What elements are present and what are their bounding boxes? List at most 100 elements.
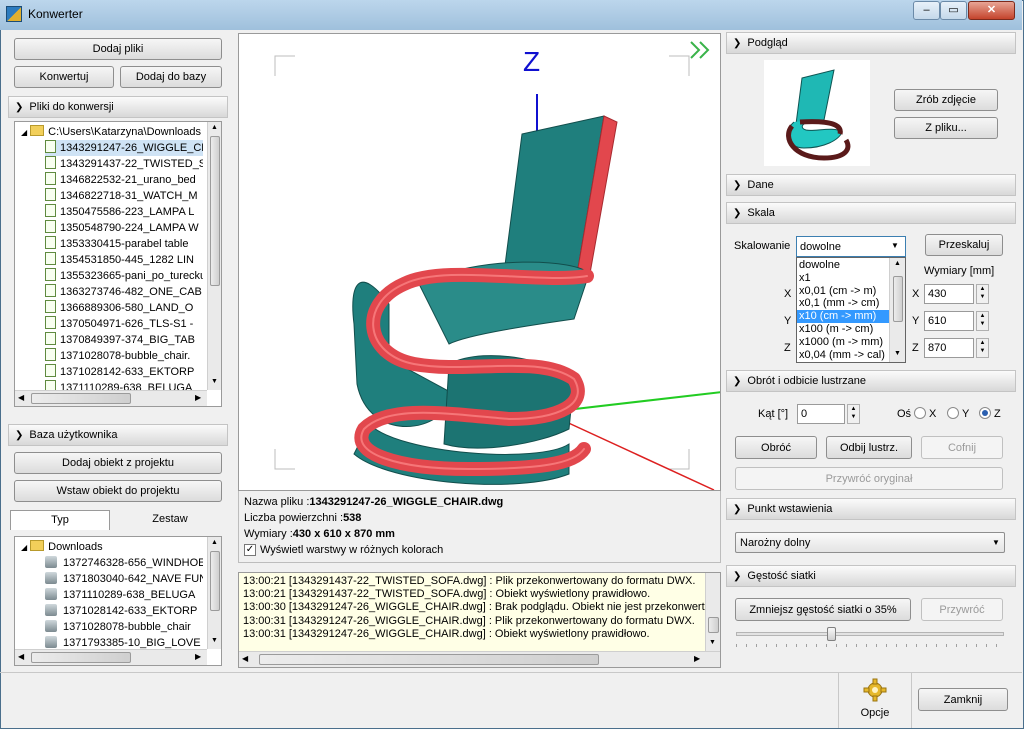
file-tree-item[interactable]: 1371028142-633_EKTORP [45,364,203,380]
db-root-node[interactable]: ◢ Downloads [21,539,206,555]
scaling-option[interactable]: x100 (m -> cm) [797,323,889,336]
file-tree-item[interactable]: 1366889306-580_LAND_O [45,300,203,316]
tree-root-node[interactable]: ◢ C:\Users\Katarzyna\Downloads [21,124,206,140]
file-tree-item[interactable]: 1343291247-26_WIGGLE_CHAIR.dwg [45,140,203,156]
db-tree-item[interactable]: 1371028142-633_EKTORP [45,603,203,619]
scroll-down-arrow-icon[interactable]: ▼ [709,639,716,646]
undo-button[interactable]: Cofnij [921,436,1003,459]
mirror-button[interactable]: Odbij lustrz. [826,436,912,459]
dim-z-stepper[interactable]: ▲ ▼ [976,338,989,358]
log-panel[interactable]: 13:00:21 [1343291437-22_TWISTED_SOFA.dwg… [238,572,721,668]
db-tree-item[interactable]: 1371028078-bubble_chair [45,619,203,635]
scaling-option[interactable]: x0,04 (mm -> cal) [797,349,889,362]
file-tree-item[interactable]: 1353330415-parabel table [45,236,203,252]
db-tree-item[interactable]: 1371110289-638_BELUGA [45,587,203,603]
data-section-header[interactable]: ❯ Dane [726,174,1016,196]
axis-z-radio[interactable]: Z [979,407,1001,420]
close-button[interactable]: Zamknij [918,688,1008,711]
file-tree-item[interactable]: 1370504971-626_TLS-S1 - [45,316,203,332]
scroll-thumb[interactable] [210,551,220,611]
rescale-button[interactable]: Przeskaluj [925,234,1003,256]
tab-set[interactable]: Zestaw [120,510,220,530]
angle-stepper[interactable]: ▲ ▼ [847,404,860,424]
mesh-restore-button[interactable]: Przywróć [921,598,1003,621]
axis-y-radio[interactable]: Y [947,407,969,420]
scaling-option[interactable]: x0,1 (mm -> cm) [797,297,889,310]
db-tree-item[interactable]: 1371803040-642_NAVE FUN [45,571,203,587]
minimize-button[interactable]: – [913,1,940,20]
file-tree-item[interactable]: 1354531850-445_1282 LIN [45,252,203,268]
take-photo-button[interactable]: Zrób zdjęcie [894,89,998,111]
file-tree-item[interactable]: 1346822718-31_WATCH_M [45,188,203,204]
scroll-up-arrow-icon[interactable]: ▲ [211,539,218,546]
hscroll-thumb[interactable] [31,393,131,404]
angle-input[interactable]: 0 [797,404,845,424]
files-hscrollbar[interactable]: ◀ ▶ [15,390,207,406]
scroll-left-arrow-icon[interactable]: ◀ [242,654,248,663]
convert-button[interactable]: Konwertuj [14,66,114,88]
db-hscrollbar[interactable]: ◀ ▶ [15,649,207,665]
hscroll-thumb[interactable] [31,652,131,663]
scroll-right-arrow-icon[interactable]: ▶ [195,652,201,661]
scaling-select[interactable]: dowolne ▼ [796,236,906,257]
scaling-option[interactable]: x0,01 (cm -> m) [797,285,889,298]
dropdown-arrow-icon[interactable]: ▼ [992,538,1000,547]
rotate-button[interactable]: Obróć [735,436,817,459]
close-window-button[interactable]: ✕ [968,1,1015,20]
dim-x-stepper[interactable]: ▲ ▼ [976,284,989,304]
scroll-thumb[interactable] [893,276,903,322]
add-from-project-button[interactable]: Dodaj obiekt z projektu [14,452,222,474]
dim-x-input[interactable]: 430 [924,284,974,304]
tab-type[interactable]: Typ [10,510,110,530]
maximize-button[interactable]: ▭ [940,1,967,20]
log-vscrollbar[interactable]: ▼ [705,573,720,651]
file-tree-item[interactable]: 1371028078-bubble_chair. [45,348,203,364]
scroll-up-arrow-icon[interactable]: ▲ [894,260,901,267]
scaling-dropdown-list[interactable]: dowolne x1 x0,01 (cm -> m) x0,1 (mm -> cm) x… [796,257,906,363]
db-vscrollbar[interactable]: ▲ ▼ [207,537,221,649]
log-hscrollbar[interactable]: ◀ ▶ [239,651,720,667]
scroll-right-arrow-icon[interactable]: ▶ [694,654,700,663]
scroll-down-arrow-icon[interactable]: ▼ [894,350,901,357]
scroll-right-arrow-icon[interactable]: ▶ [195,393,201,402]
options-button[interactable]: Opcje [848,676,902,724]
restore-original-button[interactable]: Przywróć oryginał [735,467,1003,490]
scroll-thumb[interactable] [210,136,220,286]
title-bar[interactable]: Konwerter – ▭ ✕ [0,0,1022,30]
scaling-option[interactable]: x1 [797,272,889,285]
insertion-point-select[interactable]: Narożny dolny ▼ [735,532,1005,553]
checkbox-checked-icon[interactable]: ✓ [244,544,256,556]
mesh-slider[interactable] [736,627,1004,647]
scroll-left-arrow-icon[interactable]: ◀ [18,652,24,661]
scaling-option[interactable]: x10 (cm -> mm) [797,310,889,323]
files-section-header[interactable]: ❯ Pliki do konwersji [8,96,228,118]
scroll-down-arrow-icon[interactable]: ▼ [211,378,218,385]
scaling-option[interactable]: x1000 (m -> mm) [797,336,889,349]
file-tree-item[interactable]: 1363273746-482_ONE_CAB [45,284,203,300]
add-to-db-button[interactable]: Dodaj do bazy [120,66,222,88]
file-tree-item[interactable]: 1370849397-374_BIG_TAB [45,332,203,348]
scroll-thumb[interactable] [708,617,719,633]
files-tree[interactable]: ◢ C:\Users\Katarzyna\Downloads 1343291247… [14,121,222,407]
dropdown-scrollbar[interactable]: ▲ ▼ [889,258,905,362]
user-db-section-header[interactable]: ❯ Baza użytkownika [8,424,228,446]
add-files-button[interactable]: Dodaj pliki [14,38,222,60]
db-tree-item[interactable]: 1372746328-656_WINDHOEK [45,555,203,571]
file-tree-item[interactable]: 1346822532-21_urano_bed [45,172,203,188]
scroll-up-arrow-icon[interactable]: ▲ [211,124,218,131]
dropdown-arrow-icon[interactable]: ▼ [891,241,899,250]
from-file-button[interactable]: Z pliku... [894,117,998,139]
dim-y-stepper[interactable]: ▲ ▼ [976,311,989,331]
insert-into-project-button[interactable]: Wstaw obiekt do projektu [14,480,222,502]
hscroll-thumb[interactable] [259,654,599,665]
files-vscrollbar[interactable]: ▲ ▼ [207,122,221,390]
preview-section-header[interactable]: ❯ Podgląd [726,32,1016,54]
layers-checkbox-row[interactable]: ✓ Wyświetl warstwy w różnych kolorach [244,544,443,556]
insertion-section-header[interactable]: ❯ Punkt wstawienia [726,498,1016,520]
mesh-section-header[interactable]: ❯ Gęstość siatki [726,565,1016,587]
slider-thumb[interactable] [827,627,836,641]
reduce-mesh-button[interactable]: Zmniejsz gęstość siatki o 35% [735,598,911,621]
scale-section-header[interactable]: ❯ Skala [726,202,1016,224]
file-tree-item[interactable]: 1350548790-224_LAMPA W [45,220,203,236]
axis-x-radio[interactable]: X [914,407,936,420]
